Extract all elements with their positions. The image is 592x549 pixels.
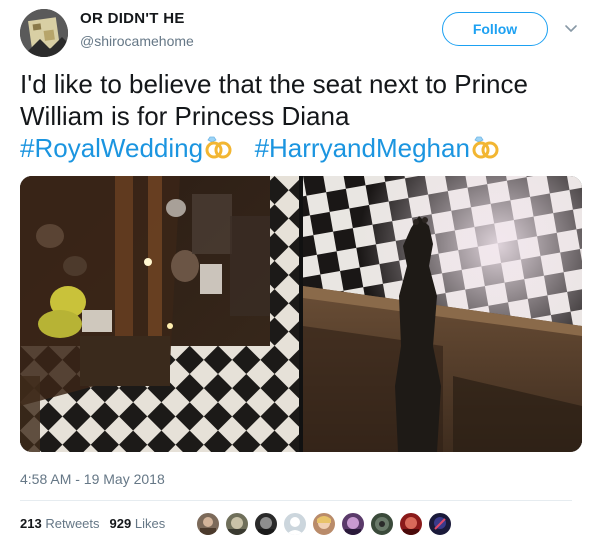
- tweet-stats: 213 Retweets 929 Likes: [20, 516, 165, 531]
- tweet-timestamp[interactable]: 4:58 AM - 19 May 2018: [20, 471, 165, 487]
- retweets-stat[interactable]: 213 Retweets: [20, 516, 100, 531]
- tweet-text: I'd like to believe that the seat next t…: [20, 68, 580, 164]
- avatar[interactable]: [312, 512, 336, 536]
- follow-button[interactable]: Follow: [442, 12, 548, 46]
- media-photo-1[interactable]: [20, 176, 299, 452]
- avatar[interactable]: [283, 512, 307, 536]
- tweet-text-line-2: William is for Princess Diana: [20, 101, 350, 131]
- user-handle[interactable]: @shirocamehome: [80, 33, 194, 49]
- likes-stat[interactable]: 929 Likes: [110, 516, 166, 531]
- avatar[interactable]: [428, 512, 452, 536]
- likes-label: Likes: [134, 516, 166, 531]
- avatar[interactable]: [254, 512, 278, 536]
- rings-emoji-icon: [204, 135, 234, 161]
- avatar[interactable]: [370, 512, 394, 536]
- likes-count: 929: [109, 516, 132, 531]
- tweet-card: OR DIDN'T HE @shirocamehome Follow I'd l…: [0, 0, 592, 549]
- avatar[interactable]: [20, 9, 68, 57]
- chevron-down-icon[interactable]: [563, 20, 579, 36]
- display-name[interactable]: OR DIDN'T HE: [80, 10, 185, 27]
- avatar[interactable]: [399, 512, 423, 536]
- tweet-hashtags-line: #RoyalWedding #HarryandMeghan: [20, 132, 580, 164]
- media-photo-2[interactable]: [303, 176, 582, 452]
- rings-emoji-icon: [471, 135, 501, 161]
- divider: [20, 500, 572, 501]
- avatar[interactable]: [196, 512, 220, 536]
- hashtag-royal-wedding[interactable]: #RoyalWedding: [20, 133, 203, 163]
- avatar[interactable]: [225, 512, 249, 536]
- avatar[interactable]: [341, 512, 365, 536]
- retweets-label: Retweets: [45, 516, 100, 531]
- retweets-count: 213: [20, 516, 42, 531]
- hashtag-harry-and-meghan[interactable]: #HarryandMeghan: [255, 133, 470, 163]
- tweet-media[interactable]: [20, 176, 582, 452]
- tweet-text-line-1: I'd like to believe that the seat next t…: [20, 69, 528, 99]
